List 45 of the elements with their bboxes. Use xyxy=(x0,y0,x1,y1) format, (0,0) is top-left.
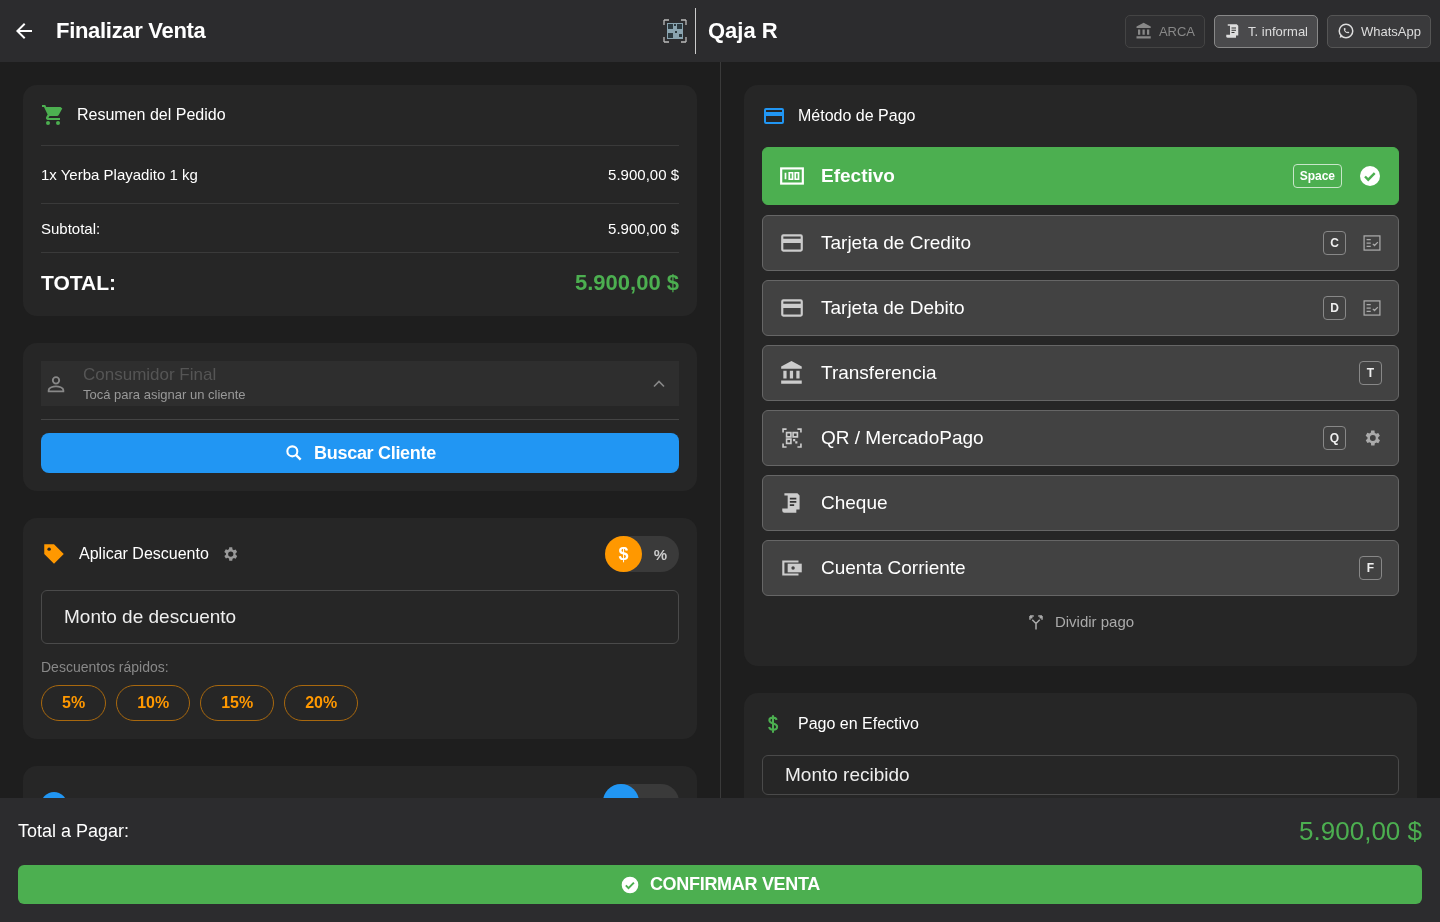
payment-method-option[interactable]: Transferencia T xyxy=(762,345,1399,401)
page-title: Finalizar Venta xyxy=(56,18,206,44)
card-title: Método de Pago xyxy=(798,107,916,125)
client-hint: Tocá para asignar un cliente xyxy=(83,387,247,402)
total-label: TOTAL: xyxy=(41,270,117,295)
discount-amount-field[interactable]: Monto de descuento xyxy=(41,590,679,644)
payment-method-option[interactable]: Tarjeta de Credito C xyxy=(762,215,1399,271)
qr-code-icon xyxy=(779,425,805,451)
brand-name: Qaja R xyxy=(708,18,778,44)
total-to-pay-amount: 5.900,00 $ xyxy=(1299,816,1422,847)
shortcut-key: Q xyxy=(1322,426,1346,450)
shortcut-key: F xyxy=(1359,556,1382,580)
payment-method-option[interactable]: Cuenta Corriente F xyxy=(762,540,1399,596)
cart-icon xyxy=(41,103,65,127)
card-title: Pago en Efectivo xyxy=(798,715,919,733)
subtotal-value: 5.900,00 $ xyxy=(608,219,679,237)
check-circle-icon xyxy=(619,874,640,895)
shortcut-key: D xyxy=(1323,296,1346,320)
payment-method-option[interactable]: Tarjeta de Debito D xyxy=(762,280,1399,336)
split-arrows-icon xyxy=(1026,612,1045,631)
payment-method-option[interactable]: Cheque xyxy=(762,475,1399,531)
chat-bubble-icon xyxy=(1337,22,1355,40)
subtotal-label: Subtotal: xyxy=(41,219,101,237)
amount-received-field[interactable]: Monto recibido xyxy=(762,755,1399,795)
total-to-pay-label: Total a Pagar: xyxy=(18,821,130,842)
bank-icon xyxy=(779,360,805,386)
quick-discounts-label: Descuentos rápidos: xyxy=(41,659,170,675)
bank-icon xyxy=(1134,22,1153,40)
shortcut-key: C xyxy=(1323,231,1346,255)
item-amount: 5.900,00 $ xyxy=(608,166,679,183)
check-circle-icon xyxy=(1358,164,1382,188)
payment-method-option[interactable]: QR / MercadoPago Q xyxy=(762,410,1399,466)
header-action-button[interactable]: T. informal xyxy=(1214,14,1318,48)
shortcut-key: T xyxy=(1359,361,1382,385)
card-title: Resumen del Pedido xyxy=(77,106,226,124)
mode-option[interactable]: % xyxy=(642,536,679,572)
checklist-icon xyxy=(1362,298,1382,318)
shortcut-key: Space xyxy=(1292,164,1342,188)
total-value: 5.900,00 $ xyxy=(575,269,679,296)
split-payment-button[interactable]: Dividir pago xyxy=(762,596,1399,648)
qr-code-icon xyxy=(663,19,687,43)
card-title: Aplicar Descuento xyxy=(79,545,209,563)
header-action-button[interactable]: WhatsApp xyxy=(1327,14,1431,48)
checklist-icon xyxy=(1362,233,1382,253)
item-description: 1x Yerba Playadito 1 kg xyxy=(41,166,198,183)
